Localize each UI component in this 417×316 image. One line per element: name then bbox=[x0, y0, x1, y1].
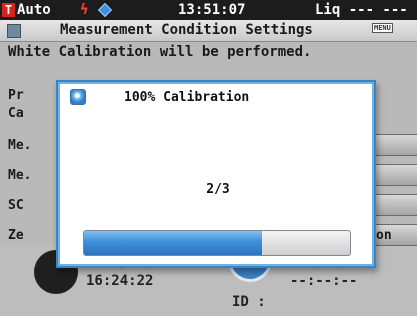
device-screen: T Auto ϟ 13:51:07 Liq --- --- Measuremen… bbox=[0, 0, 417, 316]
row-label-4: Me. bbox=[8, 168, 32, 183]
info-icon bbox=[70, 89, 86, 105]
battery-bolt-icon: ϟ bbox=[80, 2, 89, 18]
setting-button-3[interactable] bbox=[372, 194, 417, 216]
page-title: Measurement Condition Settings bbox=[60, 22, 313, 38]
calibration-notice: White Calibration will be performed. bbox=[8, 44, 312, 60]
target-time-readout: --:--:-- bbox=[290, 273, 358, 289]
row-label-5: SC bbox=[8, 198, 24, 213]
connection-icon bbox=[97, 2, 113, 18]
dialog-title: 100% Calibration bbox=[124, 90, 250, 105]
row-label-6: Ze bbox=[8, 228, 24, 243]
liquid-status: Liq --- --- bbox=[315, 2, 408, 18]
time-readout: 16:24:22 bbox=[86, 273, 154, 289]
row-label-2: Ca bbox=[8, 106, 24, 121]
progress-bar bbox=[83, 230, 351, 256]
row-label-1: Pr bbox=[8, 88, 24, 103]
mode-badge-icon: T bbox=[2, 3, 15, 17]
menu-label: MENU bbox=[372, 23, 393, 33]
screen-icon bbox=[7, 24, 21, 38]
id-label: ID : bbox=[232, 294, 266, 310]
status-bar: T Auto ϟ 13:51:07 Liq --- --- bbox=[0, 0, 417, 20]
menu-icon[interactable]: MENU bbox=[372, 23, 408, 39]
title-bar: Measurement Condition Settings MENU bbox=[0, 20, 417, 42]
mode-label: Auto bbox=[17, 2, 51, 18]
setting-button-2[interactable] bbox=[372, 164, 417, 186]
setting-button-1[interactable] bbox=[372, 134, 417, 156]
clock: 13:51:07 bbox=[178, 2, 246, 18]
progress-bar-fill bbox=[84, 231, 263, 255]
row-label-3: Me. bbox=[8, 138, 32, 153]
setting-button-4-label: on bbox=[376, 228, 392, 243]
step-counter: 2/3 bbox=[206, 182, 230, 197]
calibration-dialog: 100% Calibration 2/3 bbox=[60, 84, 372, 264]
